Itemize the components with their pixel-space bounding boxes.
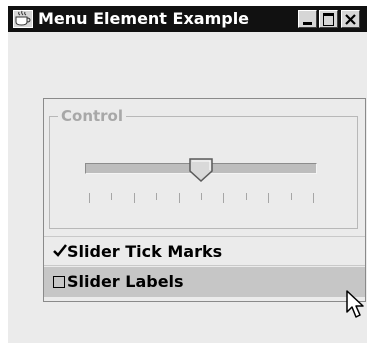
mouse-pointer-icon (346, 290, 364, 318)
slider-tick (268, 193, 270, 203)
content-panel: Control Slider Tick Marks Slider Labels (43, 98, 366, 302)
slider-tick (313, 193, 314, 203)
checkmark-icon[interactable] (53, 244, 67, 258)
checkbox-icon[interactable] (53, 276, 65, 288)
java-cup-icon[interactable] (13, 10, 33, 28)
menu-item-slider-labels[interactable]: Slider Labels (44, 267, 365, 297)
application-window: Menu Element Example Control Slider Tick… (8, 6, 367, 343)
maximize-icon (323, 13, 334, 26)
minimize-icon (303, 22, 312, 25)
slider-tick (178, 193, 180, 203)
close-button[interactable] (341, 10, 360, 28)
minimize-button[interactable] (298, 10, 317, 28)
menu-item-label: Slider Tick Marks (67, 242, 223, 261)
slider-tick (245, 193, 247, 200)
slider-tick (201, 193, 202, 200)
close-icon (345, 14, 356, 25)
window-title: Menu Element Example (38, 9, 250, 28)
slider-tick (111, 193, 113, 200)
control-group: Control (49, 107, 358, 229)
slider-tick (89, 193, 90, 203)
control-group-legend: Control (58, 107, 127, 125)
slider-tick (223, 193, 225, 203)
slider-thumb[interactable] (188, 157, 214, 183)
slider-ticks (50, 193, 357, 205)
slider-tick (290, 193, 292, 200)
title-bar[interactable]: Menu Element Example (8, 6, 367, 32)
maximize-button[interactable] (319, 10, 338, 28)
slider-tick (133, 193, 135, 203)
slider-tick (156, 193, 158, 200)
menu-item-slider-tick-marks[interactable]: Slider Tick Marks (44, 236, 365, 266)
menu-item-label: Slider Labels (67, 272, 184, 291)
